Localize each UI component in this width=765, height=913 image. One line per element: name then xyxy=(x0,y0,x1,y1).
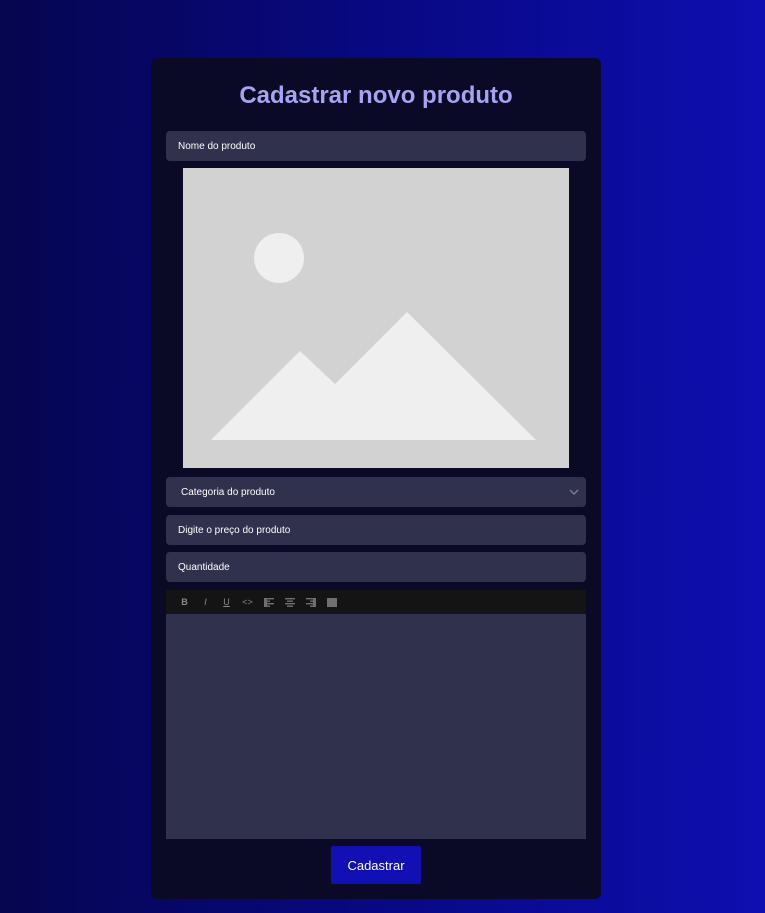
align-justify-icon xyxy=(326,597,337,607)
product-image-upload[interactable] xyxy=(183,168,569,468)
page-title: Cadastrar novo produto xyxy=(239,82,513,109)
product-category-select[interactable]: Categoria do produto xyxy=(166,477,586,507)
align-justify-button[interactable] xyxy=(321,592,342,612)
align-left-icon xyxy=(263,597,274,607)
underline-button[interactable]: U xyxy=(216,592,237,612)
italic-button[interactable]: I xyxy=(195,592,216,612)
product-description-editor[interactable] xyxy=(166,614,586,839)
bold-button[interactable]: B xyxy=(174,592,195,612)
bold-icon: B xyxy=(181,597,188,607)
product-quantity-placeholder: Quantidade xyxy=(178,561,230,573)
align-right-button[interactable] xyxy=(300,592,321,612)
italic-icon: I xyxy=(204,597,207,607)
underline-icon: U xyxy=(223,597,230,607)
editor-toolbar: B I U <> xyxy=(166,590,586,614)
align-center-button[interactable] xyxy=(279,592,300,612)
align-left-button[interactable] xyxy=(258,592,279,612)
product-quantity-input[interactable]: Quantidade xyxy=(166,552,586,582)
product-name-input[interactable]: Nome do produto xyxy=(166,131,586,161)
image-placeholder-icon xyxy=(183,168,569,468)
product-form-card: Cadastrar novo produto Nome do produto C… xyxy=(151,58,601,899)
product-category-placeholder: Categoria do produto xyxy=(181,486,275,498)
align-center-icon xyxy=(284,597,295,607)
code-button[interactable]: <> xyxy=(237,592,258,612)
submit-button[interactable]: Cadastrar xyxy=(331,846,421,884)
product-name-placeholder: Nome do produto xyxy=(178,140,256,152)
chevron-down-icon xyxy=(568,486,580,498)
product-price-input[interactable]: Digite o preço do produto xyxy=(166,515,586,545)
align-right-icon xyxy=(305,597,316,607)
product-price-placeholder: Digite o preço do produto xyxy=(178,524,291,536)
code-icon: <> xyxy=(242,597,253,607)
